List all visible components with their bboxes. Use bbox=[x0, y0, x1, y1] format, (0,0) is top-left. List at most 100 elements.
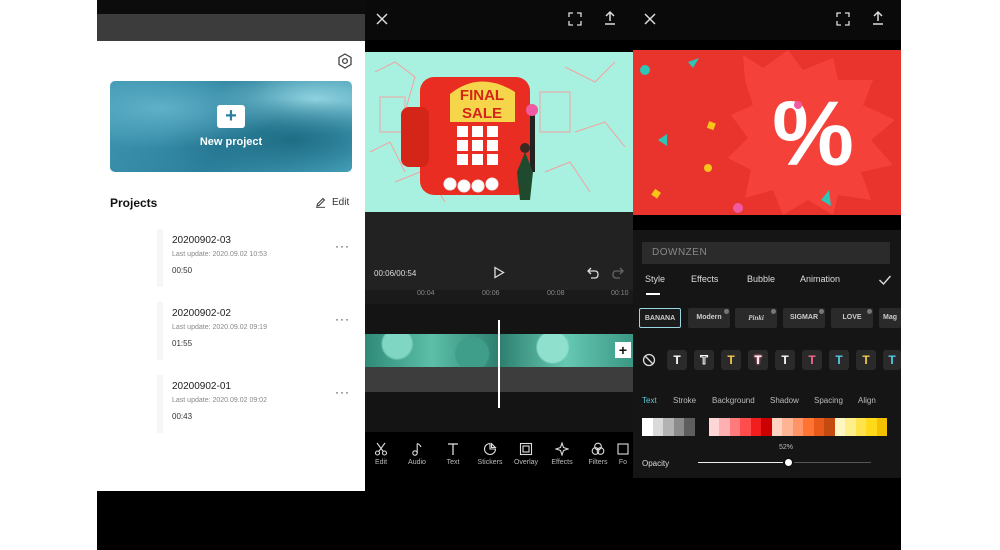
tool-edit[interactable]: Edit bbox=[363, 442, 399, 466]
tool-text[interactable]: Text bbox=[435, 442, 471, 466]
tab-style[interactable]: Style bbox=[645, 274, 665, 284]
music-note-icon bbox=[412, 442, 422, 456]
project-last-update: Last update: 2020.09.02 10:53 bbox=[172, 251, 267, 258]
color-swatch[interactable] bbox=[694, 418, 709, 436]
color-swatch[interactable] bbox=[642, 418, 653, 436]
color-swatch[interactable] bbox=[782, 418, 793, 436]
color-swatch[interactable] bbox=[866, 418, 877, 436]
settings-gear-icon[interactable] bbox=[337, 53, 353, 69]
subtab-align[interactable]: Align bbox=[858, 396, 876, 405]
color-swatch[interactable] bbox=[719, 418, 730, 436]
tool-audio[interactable]: Audio bbox=[399, 442, 435, 466]
font-option-label: Pinki bbox=[748, 314, 764, 322]
color-swatch[interactable] bbox=[708, 418, 719, 436]
color-swatch[interactable] bbox=[750, 418, 761, 436]
color-swatch[interactable] bbox=[652, 418, 663, 436]
tool-label: Filters bbox=[588, 459, 608, 466]
color-swatch[interactable] bbox=[845, 418, 856, 436]
color-swatches bbox=[642, 418, 901, 436]
font-option[interactable]: Modern bbox=[688, 308, 730, 328]
text-style-preset[interactable]: T bbox=[667, 350, 687, 370]
edit-label: Edit bbox=[332, 197, 350, 208]
confirm-check-icon[interactable] bbox=[878, 274, 892, 286]
color-swatch[interactable] bbox=[771, 418, 782, 436]
more-options-icon[interactable]: ··· bbox=[335, 312, 350, 326]
fullscreen-icon[interactable] bbox=[835, 11, 851, 27]
text-style-preset[interactable]: T bbox=[721, 350, 741, 370]
color-swatch[interactable] bbox=[813, 418, 824, 436]
opacity-label: Opacity bbox=[642, 459, 670, 468]
undo-icon[interactable] bbox=[586, 266, 600, 279]
editor-toolbar: Edit Audio Text Stickers Overlay Effects… bbox=[365, 432, 633, 550]
subtab-text[interactable]: Text bbox=[642, 396, 657, 405]
tool-stickers[interactable]: Stickers bbox=[472, 442, 508, 466]
color-swatch[interactable] bbox=[803, 418, 814, 436]
text-style-preset[interactable]: T bbox=[775, 350, 795, 370]
project-item[interactable]: 20200902-03 Last update: 2020.09.02 10:5… bbox=[157, 229, 355, 289]
project-last-update: Last update: 2020.09.02 09:19 bbox=[172, 324, 267, 331]
subtab-background[interactable]: Background bbox=[712, 396, 755, 405]
redo-icon[interactable] bbox=[611, 266, 625, 279]
font-option[interactable]: LOVE bbox=[831, 308, 873, 328]
close-icon[interactable] bbox=[374, 11, 390, 27]
text-style-preset[interactable]: T bbox=[829, 350, 849, 370]
color-swatch[interactable] bbox=[729, 418, 740, 436]
project-name: 20200902-03 bbox=[172, 235, 231, 246]
new-project-label: New project bbox=[199, 136, 263, 148]
more-options-icon[interactable]: ··· bbox=[335, 385, 350, 399]
playhead[interactable] bbox=[498, 320, 500, 408]
promo-percent-symbol: % bbox=[772, 83, 854, 185]
editor-top-bar bbox=[365, 0, 633, 40]
close-icon[interactable] bbox=[642, 11, 658, 27]
export-icon[interactable] bbox=[870, 10, 886, 26]
style-glyph: T bbox=[700, 353, 708, 368]
font-option[interactable]: BANANA bbox=[639, 308, 681, 328]
font-option[interactable]: Mag bbox=[879, 308, 901, 328]
tool-format[interactable]: Fo bbox=[613, 442, 633, 466]
color-swatch[interactable] bbox=[792, 418, 803, 436]
text-style-presets: T T T T T T T T T bbox=[633, 350, 901, 372]
video-preview[interactable]: % bbox=[633, 50, 901, 215]
text-editor-screen: % DOWNZEN Style Effects Bubble Animation bbox=[633, 0, 901, 550]
tab-bubble[interactable]: Bubble bbox=[747, 274, 775, 284]
play-icon[interactable] bbox=[493, 266, 505, 279]
text-style-preset[interactable]: T bbox=[694, 350, 714, 370]
color-swatch[interactable] bbox=[761, 418, 772, 436]
color-swatch[interactable] bbox=[834, 418, 845, 436]
more-options-icon[interactable]: ··· bbox=[335, 239, 350, 253]
project-item[interactable]: 20200902-01 Last update: 2020.09.02 09:0… bbox=[157, 375, 355, 435]
text-style-preset[interactable]: T bbox=[883, 350, 901, 370]
tool-effects[interactable]: Effects bbox=[544, 442, 580, 466]
edit-button[interactable]: Edit bbox=[315, 197, 349, 208]
color-swatch[interactable] bbox=[673, 418, 684, 436]
export-icon[interactable] bbox=[602, 10, 618, 26]
new-project-button[interactable]: + New project bbox=[110, 81, 352, 172]
add-clip-button[interactable]: + bbox=[615, 342, 631, 358]
color-swatch[interactable] bbox=[855, 418, 866, 436]
color-swatch[interactable] bbox=[663, 418, 674, 436]
subtab-stroke[interactable]: Stroke bbox=[673, 396, 696, 405]
opacity-slider-knob[interactable] bbox=[782, 457, 794, 468]
subtab-spacing[interactable]: Spacing bbox=[814, 396, 843, 405]
text-input[interactable]: DOWNZEN bbox=[642, 242, 890, 264]
text-style-preset[interactable]: T bbox=[748, 350, 768, 370]
project-item[interactable]: 20200902-02 Last update: 2020.09.02 09:1… bbox=[157, 302, 355, 362]
color-swatch[interactable] bbox=[824, 418, 835, 436]
tool-overlay[interactable]: Overlay bbox=[508, 442, 544, 466]
font-option[interactable]: SIGMAR bbox=[783, 308, 825, 328]
tab-effects[interactable]: Effects bbox=[691, 274, 718, 284]
font-option[interactable]: Pinki bbox=[735, 308, 777, 328]
text-style-preset[interactable]: T bbox=[856, 350, 876, 370]
no-style-icon[interactable] bbox=[642, 353, 656, 367]
video-preview[interactable]: FINAL SALE bbox=[365, 52, 633, 212]
active-tab-indicator bbox=[646, 293, 660, 295]
subtab-shadow[interactable]: Shadow bbox=[770, 396, 799, 405]
project-last-update: Last update: 2020.09.02 09:02 bbox=[172, 397, 267, 404]
color-swatch[interactable] bbox=[876, 418, 887, 436]
text-style-preset[interactable]: T bbox=[802, 350, 822, 370]
tool-filters[interactable]: Filters bbox=[580, 442, 616, 466]
color-swatch[interactable] bbox=[684, 418, 695, 436]
fullscreen-icon[interactable] bbox=[567, 11, 583, 27]
color-swatch[interactable] bbox=[740, 418, 751, 436]
tab-animation[interactable]: Animation bbox=[800, 274, 840, 284]
